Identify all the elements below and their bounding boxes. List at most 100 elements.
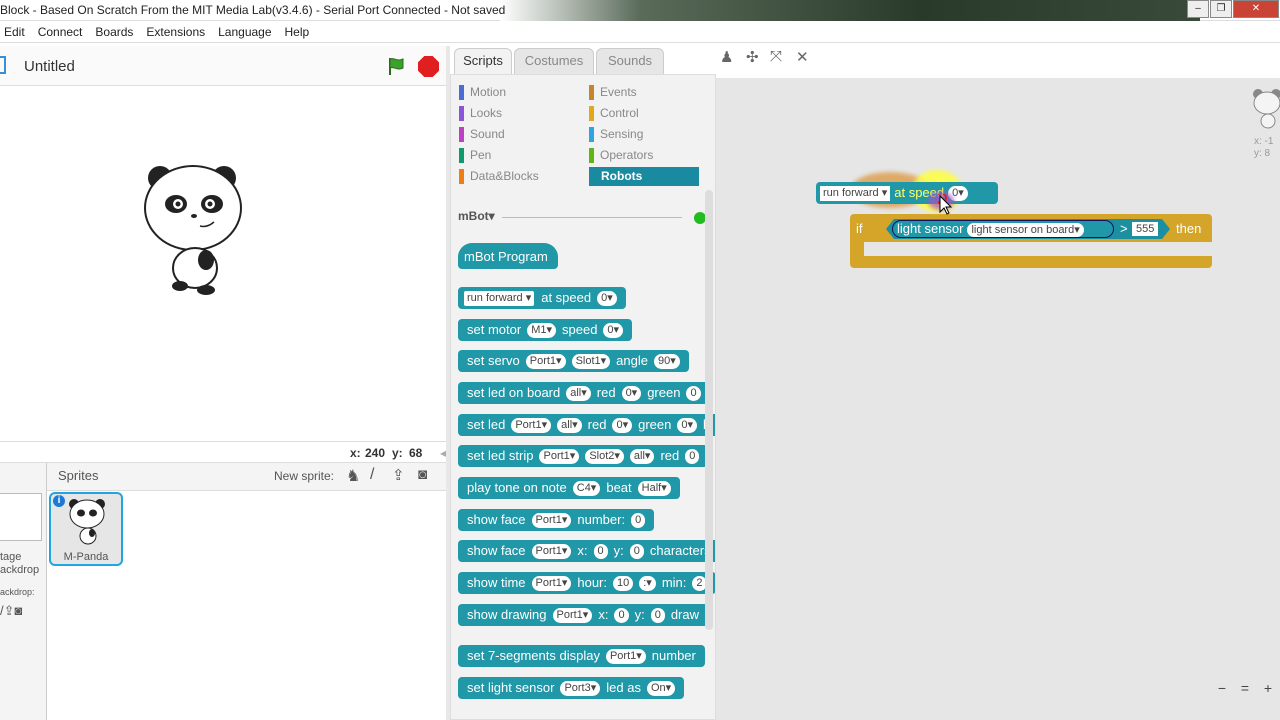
- block-input[interactable]: :▾: [639, 575, 656, 591]
- info-icon[interactable]: i: [53, 495, 65, 507]
- block-input[interactable]: run forward ▾: [464, 290, 535, 306]
- category-control[interactable]: Control: [588, 104, 639, 123]
- zoom-reset-icon[interactable]: =: [1237, 680, 1253, 696]
- block-input[interactable]: 0▾: [603, 322, 624, 338]
- menu-edit[interactable]: Edit: [4, 25, 25, 39]
- grow-tool-icon[interactable]: ⤧: [770, 48, 782, 65]
- comparison-block[interactable]: light sensor light sensor on board▾ > 555: [886, 219, 1170, 239]
- palette-block[interactable]: set led strip Port1▾ Slot2▾ all▾ red 0: [458, 445, 709, 467]
- block-input[interactable]: 0▾: [612, 417, 633, 433]
- run-forward-block[interactable]: run forward ▾ at speed 0▾: [816, 182, 998, 204]
- palette-scrollbar[interactable]: [705, 190, 713, 630]
- block-input[interactable]: Port3▾: [560, 680, 601, 696]
- category-looks[interactable]: Looks: [458, 104, 502, 123]
- block-input[interactable]: Half▾: [637, 480, 671, 496]
- sprite-library-icon[interactable]: ♞: [346, 466, 360, 486]
- block-input[interactable]: 0▾: [621, 385, 642, 401]
- category-sensing[interactable]: Sensing: [588, 125, 643, 144]
- palette-block[interactable]: set led on board all▾ red 0▾ green 0: [458, 382, 710, 404]
- palette-block[interactable]: show face Port1▾ x: 0 y: 0 characters: [458, 540, 715, 562]
- tab-scripts[interactable]: Scripts: [454, 48, 512, 74]
- block-input[interactable]: Port1▾: [531, 543, 572, 559]
- block-input[interactable]: all▾: [557, 417, 582, 433]
- block-mbot-program[interactable]: mBot Program: [458, 243, 558, 269]
- maximize-button[interactable]: ❐: [1210, 0, 1232, 18]
- palette-block[interactable]: set light sensor Port3▾ led as On▾: [458, 677, 685, 699]
- palette-block[interactable]: show drawing Port1▾ x: 0 y: 0 draw: [458, 604, 709, 626]
- delete-tool-icon[interactable]: ✣: [746, 48, 759, 66]
- block-input[interactable]: Port1▾: [511, 417, 552, 433]
- category-motion[interactable]: Motion: [458, 83, 506, 102]
- minimize-button[interactable]: –: [1187, 0, 1209, 18]
- shrink-tool-icon[interactable]: ✕: [796, 48, 809, 66]
- close-button[interactable]: ✕: [1233, 0, 1279, 18]
- block-input[interactable]: 0: [614, 607, 629, 623]
- block-input[interactable]: Port1▾: [531, 512, 572, 528]
- block-label: set 7-segments display: [467, 648, 600, 663]
- tab-costumes[interactable]: Costumes: [514, 48, 594, 74]
- block-input[interactable]: all▾: [566, 385, 591, 401]
- threshold-input[interactable]: 555: [1132, 222, 1159, 236]
- palette-block[interactable]: run forward ▾ at speed 0▾: [458, 287, 626, 309]
- block-input[interactable]: Port1▾: [525, 353, 566, 369]
- category-events[interactable]: Events: [588, 83, 637, 102]
- block-input[interactable]: 0▾: [597, 290, 617, 306]
- green-flag-icon[interactable]: [386, 56, 406, 76]
- menu-boards[interactable]: Boards: [95, 25, 133, 39]
- block-input[interactable]: 0: [650, 607, 665, 623]
- stage-selector[interactable]: tage ackdrop ackdrop: /⇪◙: [0, 463, 47, 720]
- tab-sounds[interactable]: Sounds: [596, 48, 664, 74]
- block-input[interactable]: 0: [629, 543, 644, 559]
- block-input[interactable]: 0: [631, 512, 646, 528]
- duplicate-tool-icon[interactable]: ♟: [720, 48, 733, 66]
- block-input[interactable]: M1▾: [527, 322, 556, 338]
- light-sensor-dropdown[interactable]: light sensor on board▾: [967, 223, 1084, 237]
- menu-connect[interactable]: Connect: [38, 25, 83, 39]
- category-data-blocks[interactable]: Data&Blocks: [458, 167, 539, 186]
- palette-block[interactable]: show face Port1▾ number: 0: [458, 509, 655, 531]
- block-input[interactable]: Slot1▾: [571, 353, 611, 369]
- palette-block[interactable]: play tone on note C4▾ beat Half▾: [458, 477, 680, 499]
- project-title[interactable]: Untitled: [24, 58, 75, 75]
- palette-block[interactable]: set 7-segments display Port1▾ number: [458, 645, 705, 667]
- block-input[interactable]: 0: [593, 543, 608, 559]
- block-input[interactable]: Port1▾: [531, 575, 572, 591]
- block-input[interactable]: 90▾: [653, 353, 680, 369]
- palette-block[interactable]: set motor M1▾ speed 0▾: [458, 319, 633, 341]
- block-input[interactable]: 10: [613, 575, 634, 591]
- upload-icon[interactable]: ⇪: [392, 466, 405, 484]
- scripts-area[interactable]: [716, 78, 1280, 720]
- zoom-in-icon[interactable]: +: [1260, 680, 1276, 696]
- light-sensor-block[interactable]: light sensor light sensor on board▾: [892, 220, 1114, 238]
- palette-block[interactable]: set servo Port1▾ Slot1▾ angle 90▾: [458, 350, 689, 372]
- category-robots[interactable]: Robots: [589, 167, 699, 186]
- block-input[interactable]: 0: [686, 385, 701, 401]
- block-input[interactable]: C4▾: [572, 480, 601, 496]
- menu-extensions[interactable]: Extensions: [146, 25, 205, 39]
- category-sound[interactable]: Sound: [458, 125, 505, 144]
- paint-brush-icon[interactable]: /: [370, 466, 374, 484]
- direction-dropdown[interactable]: run forward ▾: [820, 185, 891, 201]
- panda-sprite[interactable]: [140, 160, 250, 310]
- menu-language[interactable]: Language: [218, 25, 271, 39]
- block-input[interactable]: all▾: [629, 448, 655, 464]
- block-input[interactable]: Port1▾: [539, 448, 580, 464]
- palette-block[interactable]: set ledPort1▾all▾red0▾green0▾b: [458, 414, 715, 436]
- backdrop-tools-icon[interactable]: /⇪◙: [0, 603, 22, 619]
- sprite-card-m-panda[interactable]: i M-Panda: [49, 492, 123, 566]
- stage-thumbnail[interactable]: [0, 493, 42, 541]
- menu-help[interactable]: Help: [285, 25, 310, 39]
- block-input[interactable]: On▾: [646, 680, 676, 696]
- block-input[interactable]: Port1▾: [552, 607, 593, 623]
- block-input[interactable]: 0▾: [677, 417, 697, 433]
- device-dropdown[interactable]: mBot▾: [458, 209, 495, 223]
- block-input[interactable]: 0: [685, 448, 700, 464]
- category-operators[interactable]: Operators: [588, 146, 653, 165]
- stage-canvas[interactable]: [0, 86, 446, 441]
- block-input[interactable]: Slot2▾: [585, 448, 624, 464]
- category-pen[interactable]: Pen: [458, 146, 491, 165]
- block-input[interactable]: Port1▾: [605, 648, 646, 664]
- camera-icon[interactable]: ◙: [418, 466, 427, 483]
- zoom-out-icon[interactable]: −: [1214, 680, 1230, 696]
- palette-block[interactable]: show time Port1▾ hour: 10:▾ min: 2: [458, 572, 715, 594]
